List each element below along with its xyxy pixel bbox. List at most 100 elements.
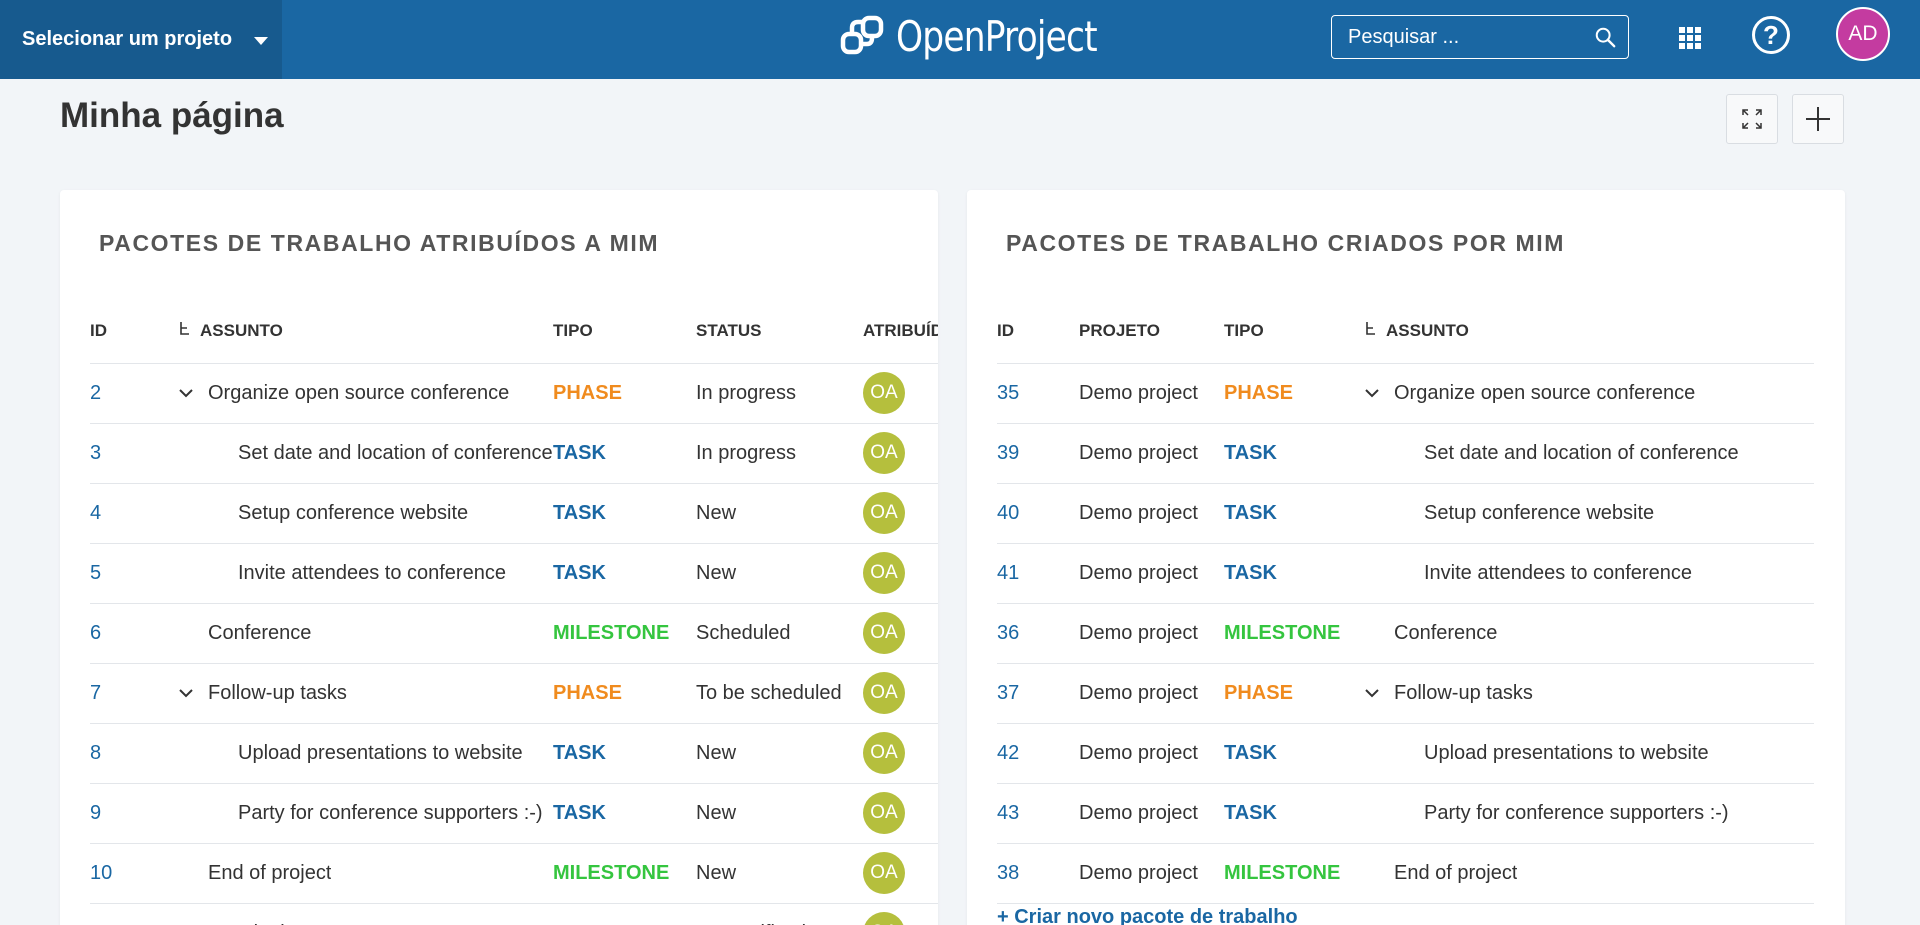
table-row[interactable]: 35 Demo project PHASE Organize open source … <box>997 363 1814 424</box>
column-header-id[interactable]: ID <box>90 300 178 364</box>
work-package-id-link[interactable]: 11 <box>90 903 178 925</box>
table-row[interactable]: 43 Demo project TASK Party for conference s… <box>997 783 1814 844</box>
modules-grid-icon[interactable] <box>1679 27 1701 49</box>
table-row[interactable]: 7 Follow-up tasks PHASE To be scheduled OA <box>90 663 938 724</box>
create-work-package-link[interactable]: + Criar novo pacote de trabalho <box>997 906 1298 925</box>
assignee-avatar[interactable]: OA <box>863 372 905 414</box>
work-package-id-link[interactable]: 10 <box>90 843 178 904</box>
column-header-subject[interactable]: ASSUNTO <box>178 300 553 364</box>
subject-text[interactable]: New login screen <box>208 922 361 925</box>
work-package-id-link[interactable]: 3 <box>90 423 178 484</box>
subject-text[interactable]: Invite attendees to conference <box>238 562 506 585</box>
work-package-id-link[interactable]: 39 <box>997 423 1079 484</box>
subject-text[interactable]: Invite attendees to conference <box>1424 562 1692 585</box>
work-package-id-link[interactable]: 43 <box>997 783 1079 844</box>
column-header-project[interactable]: PROJETO <box>1079 300 1224 364</box>
table-row[interactable]: 40 Demo project TASK Setup conference websi… <box>997 483 1814 544</box>
status-cell[interactable]: In progress <box>696 423 863 484</box>
status-cell[interactable]: In specification <box>696 903 863 925</box>
column-header-status[interactable]: STATUS <box>696 300 863 364</box>
work-package-id-link[interactable]: 36 <box>997 603 1079 664</box>
subject-text[interactable]: Conference <box>1394 622 1497 645</box>
assignee-avatar[interactable]: OA <box>863 552 905 594</box>
subject-text[interactable]: End of project <box>1394 862 1517 885</box>
table-row[interactable]: 11 New login screen USER STORYIn specifica… <box>90 903 938 925</box>
table-row[interactable]: 6 Conference MILESTONE Scheduled OA <box>90 603 938 664</box>
status-cell[interactable]: Scheduled <box>696 603 863 664</box>
assignee-avatar[interactable]: OA <box>863 732 905 774</box>
hierarchy-icon[interactable] <box>178 321 192 339</box>
status-cell[interactable]: New <box>696 843 863 904</box>
chevron-down-icon[interactable] <box>1364 388 1394 398</box>
work-package-id-link[interactable]: 35 <box>997 363 1079 424</box>
subject-text[interactable]: Follow-up tasks <box>1394 682 1533 705</box>
table-row[interactable]: 36 Demo project MILESTONE Conference <box>997 603 1814 664</box>
work-package-id-link[interactable]: 4 <box>90 483 178 544</box>
column-header-subject[interactable]: ASSUNTO <box>1364 300 1814 364</box>
assignee-avatar[interactable]: OA <box>863 792 905 834</box>
fullscreen-button[interactable] <box>1726 94 1778 144</box>
hierarchy-icon[interactable] <box>1364 321 1378 339</box>
work-package-id-link[interactable]: 2 <box>90 363 178 424</box>
status-cell[interactable]: New <box>696 723 863 784</box>
work-package-id-link[interactable]: 8 <box>90 723 178 784</box>
subject-text[interactable]: Set date and location of conference <box>238 442 553 465</box>
table-row[interactable]: 9 Party for conference supporters :-) TASK… <box>90 783 938 844</box>
work-package-id-link[interactable]: 5 <box>90 543 178 604</box>
table-row[interactable]: 10 End of project MILESTONE New OA <box>90 843 938 904</box>
search-icon[interactable] <box>1594 25 1616 49</box>
subject-text[interactable]: Follow-up tasks <box>208 682 347 705</box>
assignee-avatar[interactable]: OA <box>863 672 905 714</box>
help-icon[interactable]: ? <box>1752 16 1790 54</box>
work-package-id-link[interactable]: 38 <box>997 843 1079 904</box>
subject-text[interactable]: Organize open source conference <box>1394 382 1695 405</box>
status-cell[interactable]: New <box>696 543 863 604</box>
column-header-type[interactable]: TIPO <box>1224 300 1364 364</box>
work-package-id-link[interactable]: 42 <box>997 723 1079 784</box>
assignee-avatar[interactable]: OA <box>863 432 905 474</box>
table-row[interactable]: 8 Upload presentations to website TASK New O… <box>90 723 938 784</box>
column-header-type[interactable]: TIPO <box>553 300 696 364</box>
table-row[interactable]: 4 Setup conference website TASK New OA <box>90 483 938 544</box>
subject-text[interactable]: Set date and location of conference <box>1424 442 1739 465</box>
subject-text[interactable]: Conference <box>208 622 311 645</box>
work-package-id-link[interactable]: 41 <box>997 543 1079 604</box>
table-row[interactable]: 39 Demo project TASK Set date and location … <box>997 423 1814 484</box>
table-row[interactable]: 37 Demo project PHASE Follow-up tasks <box>997 663 1814 724</box>
table-row[interactable]: 3 Set date and location of conference TASK… <box>90 423 938 484</box>
project-select-button[interactable]: Selecionar um projeto <box>0 0 282 79</box>
add-widget-button[interactable] <box>1792 94 1844 144</box>
assignee-avatar[interactable]: OA <box>863 912 905 925</box>
status-cell[interactable]: In progress <box>696 363 863 424</box>
subject-text[interactable]: Party for conference supporters :-) <box>1424 802 1729 825</box>
work-package-id-link[interactable]: 40 <box>997 483 1079 544</box>
status-cell[interactable]: To be scheduled <box>696 663 863 724</box>
assignee-avatar[interactable]: OA <box>863 612 905 654</box>
search-box[interactable] <box>1331 15 1629 59</box>
subject-text[interactable]: Setup conference website <box>1424 502 1654 525</box>
subject-text[interactable]: Setup conference website <box>238 502 468 525</box>
column-header-id[interactable]: ID <box>997 300 1079 364</box>
search-input[interactable] <box>1348 25 1594 49</box>
table-row[interactable]: 2 Organize open source conference PHASE In … <box>90 363 938 424</box>
work-package-id-link[interactable]: 6 <box>90 603 178 664</box>
assignee-avatar[interactable]: OA <box>863 852 905 894</box>
chevron-down-icon[interactable] <box>1364 688 1394 698</box>
table-row[interactable]: 41 Demo project TASK Invite attendees to co… <box>997 543 1814 604</box>
table-row[interactable]: 38 Demo project MILESTONE End of project <box>997 843 1814 904</box>
status-cell[interactable]: New <box>696 783 863 844</box>
chevron-down-icon[interactable] <box>178 388 208 398</box>
openproject-logo[interactable]: OpenProject <box>840 12 1141 61</box>
work-package-id-link[interactable]: 9 <box>90 783 178 844</box>
status-cell[interactable]: New <box>696 483 863 544</box>
work-package-id-link[interactable]: 7 <box>90 663 178 724</box>
subject-text[interactable]: Upload presentations to website <box>238 742 523 765</box>
assignee-avatar[interactable]: OA <box>863 492 905 534</box>
subject-text[interactable]: Upload presentations to website <box>1424 742 1709 765</box>
subject-text[interactable]: Organize open source conference <box>208 382 509 405</box>
table-row[interactable]: 42 Demo project TASK Upload presentations t… <box>997 723 1814 784</box>
work-package-id-link[interactable]: 37 <box>997 663 1079 724</box>
column-header-assignee[interactable]: ATRIBUÍDO A <box>863 300 938 364</box>
subject-text[interactable]: Party for conference supporters :-) <box>238 802 543 825</box>
subject-text[interactable]: End of project <box>208 862 331 885</box>
